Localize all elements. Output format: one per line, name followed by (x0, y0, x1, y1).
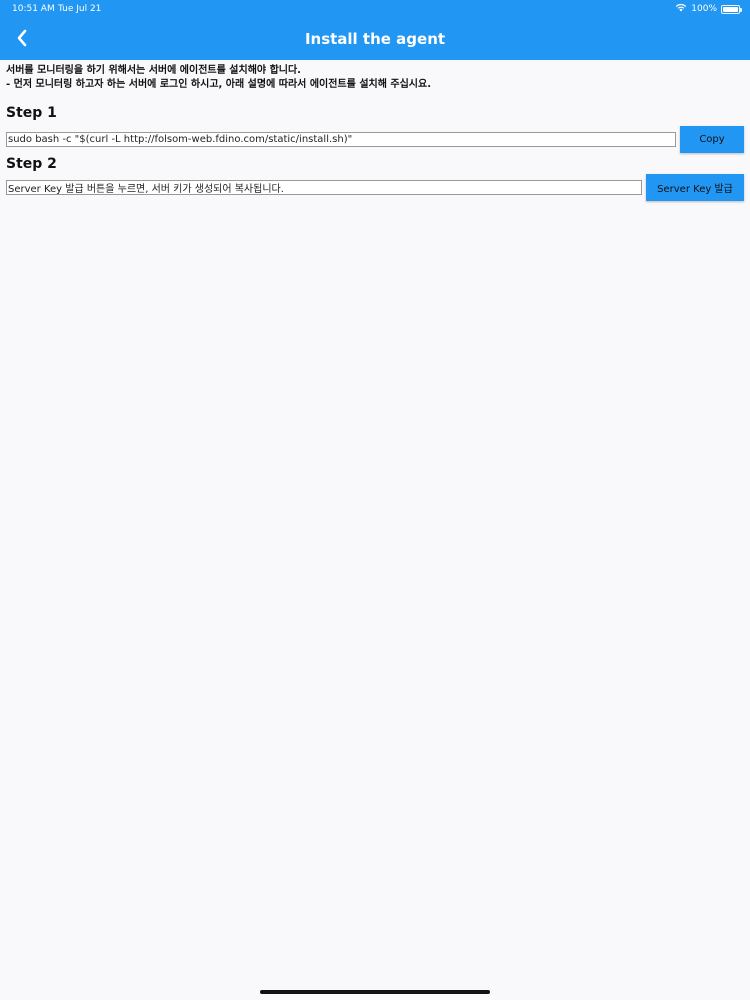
intro-line-2: - 먼저 모니터링 하고자 하는 서버에 로그인 하시고, 아래 설명에 따라서… (6, 79, 432, 90)
battery-icon (721, 4, 742, 14)
page-title: Install the agent (304, 30, 446, 48)
server-key-issue-button[interactable]: Server Key 발급 (646, 174, 744, 201)
status-right: 100% (675, 3, 742, 15)
app-header: 10:51 AM Tue Jul 21 100% Install the age… (0, 0, 750, 60)
status-date: Tue Jul 21 (58, 4, 102, 14)
server-key-field[interactable] (6, 180, 642, 195)
home-indicator[interactable] (260, 990, 490, 994)
status-bar: 10:51 AM Tue Jul 21 100% (0, 0, 750, 18)
step1-title: Step 1 (6, 105, 57, 121)
wifi-icon (675, 3, 687, 15)
step2-title: Step 2 (6, 156, 57, 172)
copy-button[interactable]: Copy (680, 126, 744, 153)
main-content: 서버를 모니터링을 하기 위해서는 서버에 에이전트를 설치해야 합니다. - … (6, 64, 744, 201)
step1-row: Copy (6, 126, 744, 153)
status-time: 10:51 AM (12, 4, 55, 14)
battery-percent: 100% (691, 4, 717, 14)
intro-text: 서버를 모니터링을 하기 위해서는 서버에 에이전트를 설치해야 합니다. - … (6, 64, 744, 92)
install-command-field[interactable] (6, 132, 676, 147)
intro-line-1: 서버를 모니터링을 하기 위해서는 서버에 에이전트를 설치해야 합니다. (6, 65, 301, 76)
step2-row: Server Key 발급 (6, 174, 744, 201)
